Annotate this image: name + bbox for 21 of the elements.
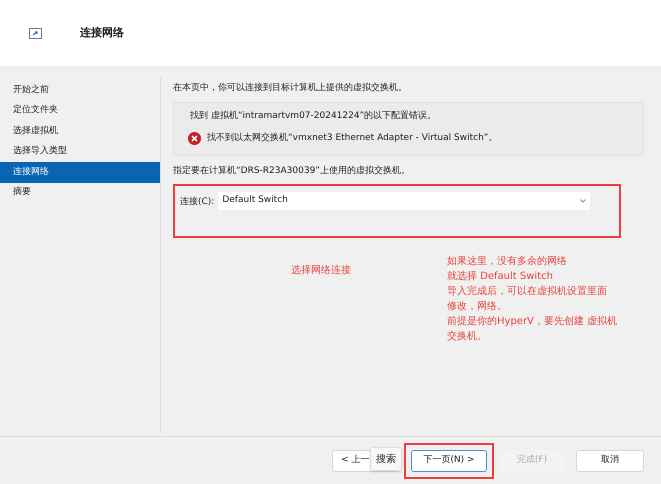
step-item[interactable]: 开始之前 xyxy=(0,80,160,100)
search-tooltip: 搜索 xyxy=(370,447,402,471)
error-icon xyxy=(188,132,201,146)
annotation-note: 如果这里，没有多余的网络 就选择 Default Switch 导入完成后，可以在虚拟机设置里面 修改，网络。 前提是你的HyperV，要先创建 虚拟机 交换机。 xyxy=(447,254,618,344)
step-item[interactable]: 连接网络 xyxy=(0,162,160,182)
connection-label: 连接(C): xyxy=(180,196,214,209)
step-item[interactable]: 摘要 xyxy=(0,182,160,203)
step-item[interactable]: 定位文件夹 xyxy=(0,100,160,121)
annotation-label: 选择网络连接 xyxy=(291,264,351,278)
page-title: 连接网络 xyxy=(80,24,124,41)
wizard-icon xyxy=(29,28,42,38)
connection-dropdown[interactable]: Default Switch xyxy=(218,192,590,210)
step-item[interactable]: 选择虚拟机 xyxy=(0,121,160,142)
step-item[interactable]: 选择导入类型 xyxy=(0,142,160,162)
chevron-icon xyxy=(580,199,586,203)
wizard-button[interactable]: 下一页(N) > xyxy=(411,450,487,472)
error-message: 找不到以太网交换机“vmxnet3 Ethernet Adapter - Virtual Switch”。 xyxy=(207,132,498,145)
wizard-button[interactable]: 取消 xyxy=(576,450,644,472)
intro-text: 在本页中，你可以连接到目标计算机上提供的虚拟交换机。 xyxy=(173,82,408,95)
error-heading: 找到 虚拟机“intramartvm07-20241224”的以下配置错误。 xyxy=(189,110,438,122)
target-text: 指定要在计算机“DRS-R23A30039”上使用的虚拟交换机。 xyxy=(173,164,411,178)
